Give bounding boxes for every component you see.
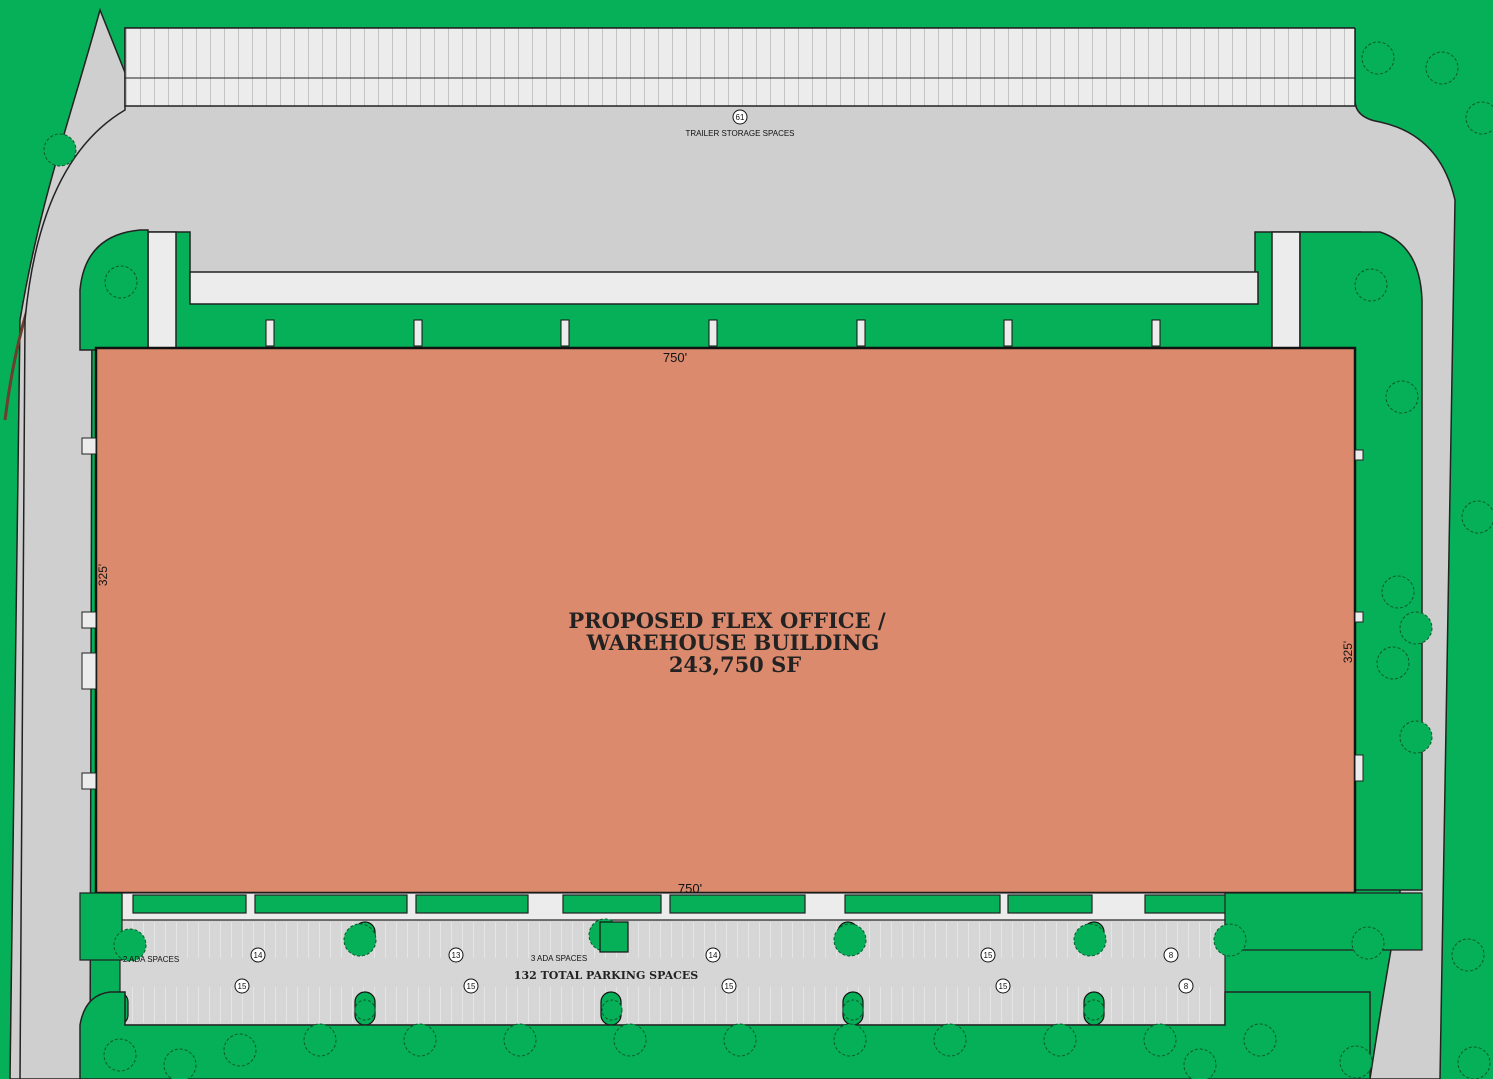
tree [223,1033,257,1067]
ada-label-center: 3 ADA SPACES [531,954,587,963]
tree [613,1023,647,1057]
building-area: 243,750 SF [669,652,801,677]
parking-count-badge: 8 [1178,978,1194,994]
entry-plaza [599,921,629,953]
grass-southeast [1224,892,1423,951]
tree [1143,1023,1177,1057]
dimension-width-east: 325' [1341,641,1355,663]
dimension-length-south: 750' [678,881,702,896]
parking-count-badge: 8 [1163,947,1179,963]
tree [1073,923,1107,957]
tree [1183,1048,1217,1079]
tree [354,999,376,1021]
dock-bollard [560,319,570,347]
tree [833,923,867,957]
tree [723,1023,757,1057]
trailer-storage-stalls [124,27,1356,107]
parking-count-badge: 14 [250,947,266,963]
tree [1451,938,1485,972]
tree [303,1023,337,1057]
tree [104,265,138,299]
svg-text:14: 14 [254,951,263,960]
svg-text:15: 15 [984,951,993,960]
tree [103,1038,137,1072]
ada-label-left: 2 ADA SPACES [123,955,179,964]
dimension-length-north: 750' [663,350,687,365]
tree [503,1023,537,1057]
drive-aisle-west [147,231,177,351]
svg-text:15: 15 [999,982,1008,991]
tree [343,923,377,957]
parking-row-north [125,922,1220,958]
tree [43,133,77,167]
tree [1465,101,1493,135]
tree [1425,51,1459,85]
tree [833,1023,867,1057]
parking-count-badge: 15 [980,947,996,963]
trailer-count: 61 [736,113,745,122]
foundation-planters [132,894,1227,914]
parking-count-badge: 13 [448,947,464,963]
tree [1083,999,1105,1021]
parking-count-badge: 15 [995,978,1011,994]
tree [1399,611,1433,645]
svg-text:15: 15 [725,982,734,991]
tree [1339,1045,1373,1079]
svg-text:8: 8 [1169,951,1174,960]
tree [1385,380,1419,414]
tree [1461,500,1493,534]
tree [842,999,864,1021]
tree [1399,720,1433,754]
parking-count-badge: 15 [463,978,479,994]
drive-aisle-east [1271,231,1301,351]
dock-bollard [265,319,275,347]
parking-count-badge: 14 [705,947,721,963]
dock-bollard [856,319,866,347]
svg-text:15: 15 [467,982,476,991]
svg-text:13: 13 [452,951,461,960]
tree [1043,1023,1077,1057]
svg-text:8: 8 [1184,982,1189,991]
tree [933,1023,967,1057]
dock-bollard [1151,319,1161,347]
tree [601,999,623,1021]
tree [1243,1023,1277,1057]
parking-count-badge: 15 [721,978,737,994]
tree [1361,41,1395,75]
tree [403,1023,437,1057]
tree [1354,268,1388,302]
site-plan: 61 TRAILER STORAGE SPACES PROPOSED FLEX … [0,0,1493,1079]
dock-bollard [413,319,423,347]
parking-row-south [125,987,1220,1023]
dock-bollard [1003,319,1013,347]
dimension-width-west: 325' [96,564,110,586]
tree [1457,1046,1491,1079]
grass-island-northeast [1355,0,1493,28]
tree [163,1048,197,1079]
trailer-storage-label: TRAILER STORAGE SPACES [685,129,794,138]
svg-text:15: 15 [238,982,247,991]
dock-apron [189,271,1259,305]
tree [1381,575,1415,609]
tree [1376,646,1410,680]
tree [1213,923,1247,957]
tree [1351,926,1385,960]
dock-bollard [708,319,718,347]
parking-count-badge: 15 [234,978,250,994]
parking-total-label: 132 TOTAL PARKING SPACES [514,969,698,982]
svg-text:14: 14 [709,951,718,960]
